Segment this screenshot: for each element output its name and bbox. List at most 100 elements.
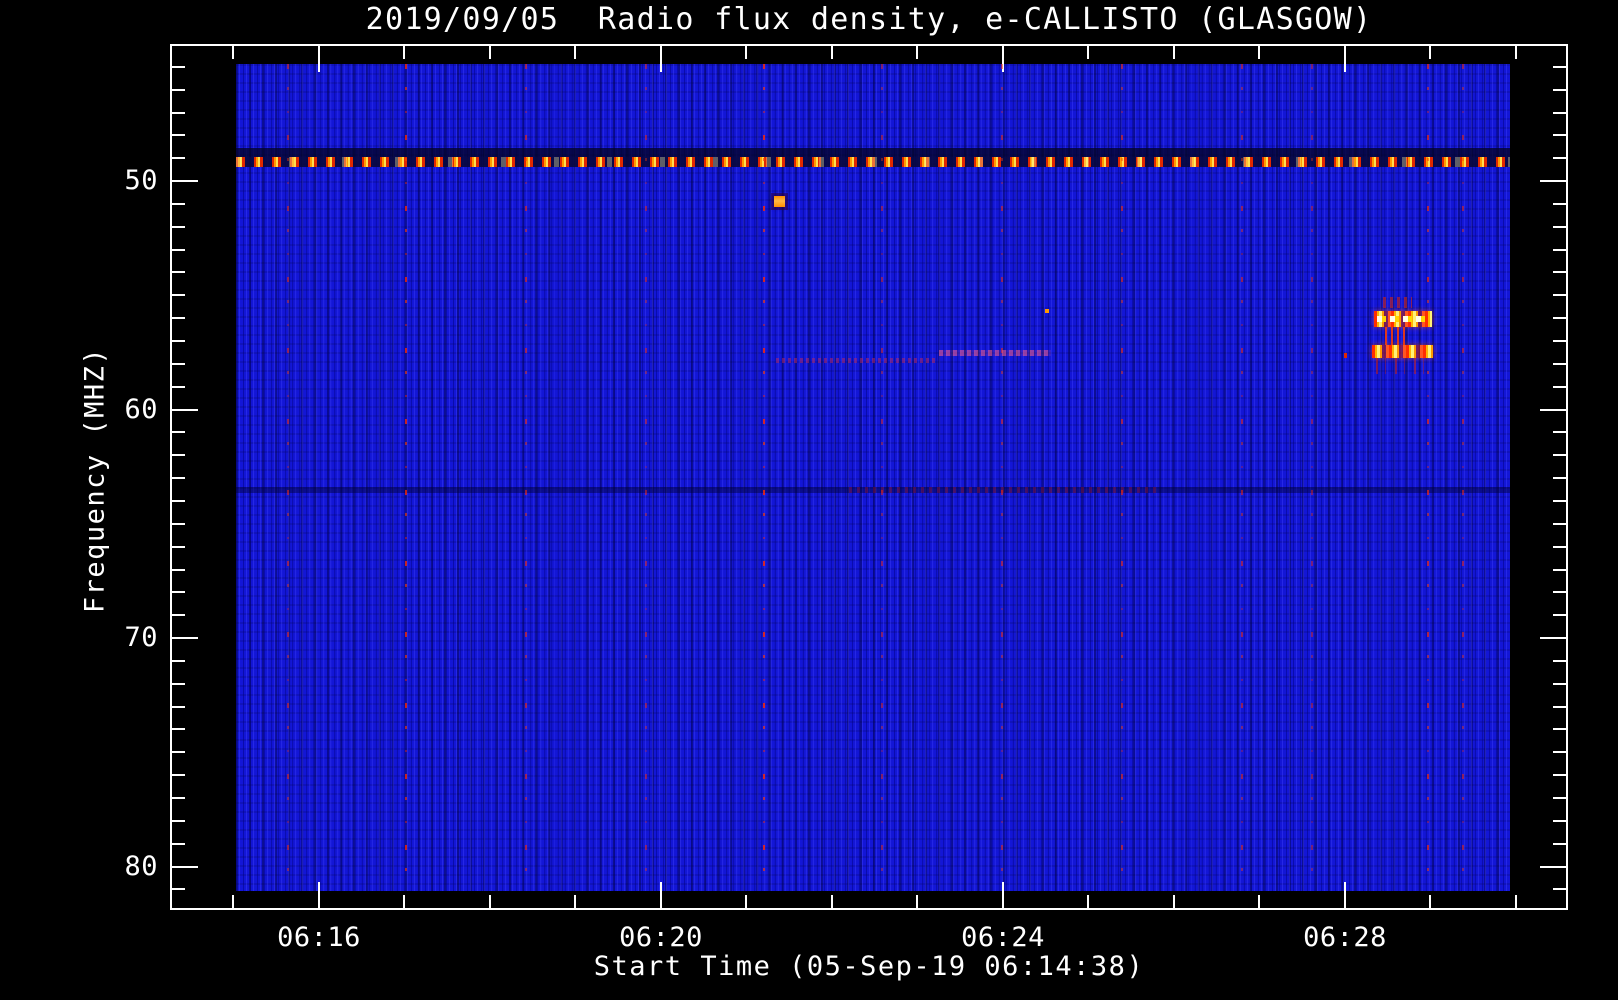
y-tick <box>172 751 185 753</box>
burst-connector <box>1385 327 1405 345</box>
vertical-rfi-streaks <box>405 64 407 892</box>
vertical-rfi-streaks <box>1427 64 1429 892</box>
y-tick <box>172 386 185 388</box>
y-tick <box>1553 294 1566 296</box>
y-tick <box>172 454 185 456</box>
y-tick <box>1553 386 1566 388</box>
y-tick <box>1540 180 1566 182</box>
y-tick <box>172 409 198 411</box>
spectrogram-figure: 2019/09/05 Radio flux density, e-CALLIST… <box>0 0 1618 1000</box>
x-tick <box>403 46 405 59</box>
y-tick <box>1553 363 1566 365</box>
y-tick <box>172 843 185 845</box>
y-tick <box>1553 134 1566 136</box>
y-tick <box>172 797 185 799</box>
y-tick <box>1540 637 1566 639</box>
y-tick <box>1553 683 1566 685</box>
x-tick <box>1087 46 1089 59</box>
x-tick <box>1087 895 1089 908</box>
x-tick <box>831 895 833 908</box>
y-tick <box>1553 888 1566 890</box>
y-tick <box>1553 569 1566 571</box>
reddish-row-63MHz <box>849 487 1157 493</box>
y-tick <box>172 340 185 342</box>
x-axis-title: Start Time (05-Sep-19 06:14:38) <box>593 951 1145 982</box>
vertical-rfi-streaks <box>1462 64 1464 892</box>
x-tick <box>1515 895 1517 908</box>
y-tick <box>1553 157 1566 159</box>
x-tick <box>1258 895 1260 908</box>
x-tick <box>660 882 662 908</box>
y-tick <box>1553 317 1566 319</box>
vertical-rfi-streaks <box>881 64 883 892</box>
x-tick <box>1429 46 1431 59</box>
y-tick <box>1553 431 1566 433</box>
y-tick <box>172 614 185 616</box>
y-tick <box>1553 66 1566 68</box>
x-tick-label: 06:28 <box>1303 922 1387 953</box>
y-tick <box>1540 409 1566 411</box>
y-tick <box>172 523 185 525</box>
spectrogram-image <box>235 64 1510 892</box>
y-tick <box>172 591 185 593</box>
x-tick <box>1344 882 1346 908</box>
vertical-rfi-streaks <box>525 64 527 892</box>
x-tick <box>489 895 491 908</box>
y-tick <box>172 500 185 502</box>
y-tick <box>172 89 185 91</box>
y-tick <box>172 866 198 868</box>
y-tick-label: 50 <box>124 165 158 196</box>
x-tick <box>916 895 918 908</box>
vertical-rfi-streaks <box>287 64 289 892</box>
y-tick <box>172 728 185 730</box>
y-tick <box>172 637 198 639</box>
y-tick <box>1553 591 1566 593</box>
y-tick <box>172 134 185 136</box>
y-tick <box>172 249 185 251</box>
y-tick <box>1553 728 1566 730</box>
x-tick <box>489 46 491 59</box>
y-tick <box>172 546 185 548</box>
orange-dot <box>1045 309 1049 313</box>
y-tick <box>1553 112 1566 114</box>
y-tick <box>172 203 185 205</box>
y-tick <box>172 774 185 776</box>
y-tick <box>1553 706 1566 708</box>
y-tick <box>1553 523 1566 525</box>
y-tick <box>172 180 198 182</box>
x-tick-label: 06:20 <box>619 922 703 953</box>
y-tick <box>1553 226 1566 228</box>
vertical-rfi-streaks <box>1311 64 1313 892</box>
y-tick <box>1553 820 1566 822</box>
pink-drifting-streak <box>939 350 1051 356</box>
y-tick <box>172 317 185 319</box>
burst-band-57MHz <box>1372 345 1433 358</box>
y-tick-label: 60 <box>124 394 158 425</box>
dark-notch-band <box>236 148 1510 157</box>
y-tick <box>172 569 185 571</box>
y-tick <box>172 157 185 159</box>
x-tick <box>1344 46 1346 72</box>
y-tick <box>172 888 185 890</box>
x-tick <box>745 895 747 908</box>
x-tick <box>660 46 662 72</box>
y-tick <box>1553 89 1566 91</box>
x-tick <box>318 882 320 908</box>
y-tick <box>172 820 185 822</box>
y-tick <box>1553 751 1566 753</box>
red-dot <box>1344 353 1347 358</box>
x-tick <box>574 46 576 59</box>
x-tick <box>1173 895 1175 908</box>
x-tick-label: 06:24 <box>961 922 1045 953</box>
y-tick <box>1553 546 1566 548</box>
y-tick <box>1553 249 1566 251</box>
y-tick <box>1553 340 1566 342</box>
x-tick <box>916 46 918 59</box>
x-tick <box>1173 46 1175 59</box>
y-tick <box>172 706 185 708</box>
y-tick-label: 80 <box>124 851 158 882</box>
y-axis-title: Frequency (MHZ) <box>79 346 111 614</box>
y-tick <box>172 431 185 433</box>
x-tick <box>1258 46 1260 59</box>
vertical-rfi-streaks <box>1241 64 1243 892</box>
